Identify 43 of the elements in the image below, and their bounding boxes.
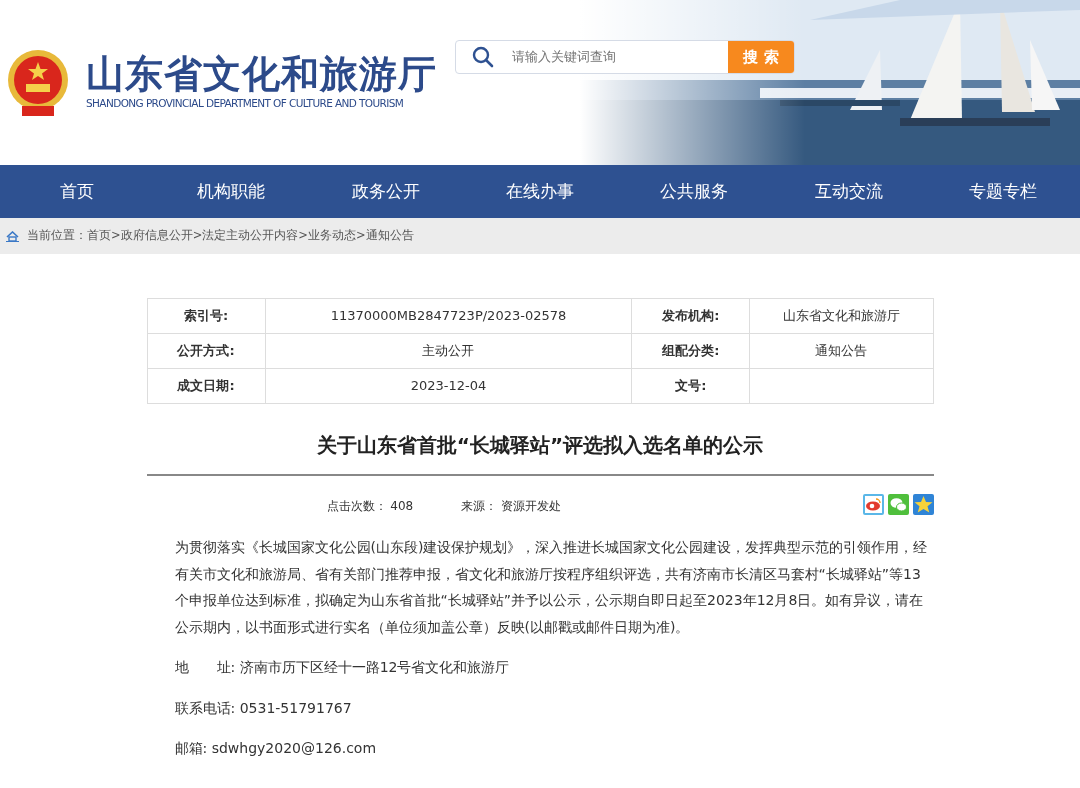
breadcrumb-separator: > xyxy=(298,227,308,245)
field-label: 成文日期: xyxy=(147,368,265,404)
field-label: 文号: xyxy=(631,368,750,404)
star-share-icon[interactable] xyxy=(912,494,934,515)
field-label: 索引号: xyxy=(147,298,265,334)
emblem-logo xyxy=(6,47,70,118)
article-title: 关于山东省首批“长城驿站”评选拟入选名单的公示 xyxy=(315,432,765,459)
site-title: 山东省文化和旅游厅 xyxy=(86,53,437,96)
home-icon xyxy=(6,230,19,242)
nav-link[interactable]: 政务公开 xyxy=(308,178,463,205)
contact-line: 地 址: 济南市历下区经十一路12号省文化和旅游厅 xyxy=(174,658,511,677)
nav-link[interactable]: 专题专栏 xyxy=(925,178,1080,205)
nav-link[interactable]: 首页 xyxy=(0,178,155,205)
contact-line: 联系电话: 0531-51791767 xyxy=(174,698,353,718)
body-paragraph: 为贯彻落实《长城国家文化公园(山东段)建设保护规划》，深入推进长城国家文化公园建设，发挥典型示范的引领作用，经有关市文化和旅游局、省有关部门推荐申报，省文化和旅游厅按程序组织评选，共有济南市长清区马套村“长城驿站”等13个申报单位达到标准，拟确定为山东省首批“长城驿站”并予以公示，公示期自即日起至2023年12月8日。如有异议，请在公示期内，以书面形式进行实名（单位须加盖公章）反映(以邮戳或邮件日期为准)。 xyxy=(174,538,929,637)
breadcrumb-separator: > xyxy=(355,227,366,245)
chat-bubbles-icon[interactable] xyxy=(887,494,909,515)
field-label: 组配分类: xyxy=(631,333,750,369)
nav-link[interactable]: 机构职能 xyxy=(154,178,309,205)
breadcrumb-separator: > xyxy=(192,227,203,245)
contact-line: 邮箱: sdwhgy2020@126.com xyxy=(174,739,378,758)
stat-text: 点击次数： 408 xyxy=(326,498,414,515)
field-value: 主动公开 xyxy=(265,333,632,369)
breadcrumb-link[interactable]: 通知公告 xyxy=(365,227,414,245)
field-label: 公开方式: xyxy=(147,333,265,369)
breadcrumb-link[interactable]: 业务动态 xyxy=(307,227,356,245)
breadcrumb-link[interactable]: 法定主动公开内容 xyxy=(202,227,299,245)
field-value: 山东省文化和旅游厅 xyxy=(749,298,933,334)
search-icon xyxy=(472,46,494,68)
breadcrumb-link[interactable]: 首页 xyxy=(87,227,111,245)
nav-link[interactable]: 公共服务 xyxy=(617,178,772,205)
field-label: 发布机构: xyxy=(631,298,750,334)
breadcrumb-link[interactable]: 政府信息公开 xyxy=(120,227,193,245)
field-value: 2023-12-04 xyxy=(265,368,632,404)
nav-link[interactable]: 在线办事 xyxy=(462,178,618,205)
stat-text: 来源： 资源开发处 xyxy=(461,498,562,515)
field-value: 11370000MB2847723P/2023-02578 xyxy=(265,298,632,334)
site-subtitle: SHANDONG PROVINCIAL DEPARTMENT OF CULTURE AND TOURISM xyxy=(86,95,405,111)
field-value: 通知公告 xyxy=(749,333,933,369)
breadcrumb-separator: > xyxy=(111,227,121,245)
eye-share-icon[interactable] xyxy=(862,494,884,515)
breadcrumb-label: 当前位置： xyxy=(27,227,87,245)
nav-link[interactable]: 互动交流 xyxy=(771,178,926,205)
